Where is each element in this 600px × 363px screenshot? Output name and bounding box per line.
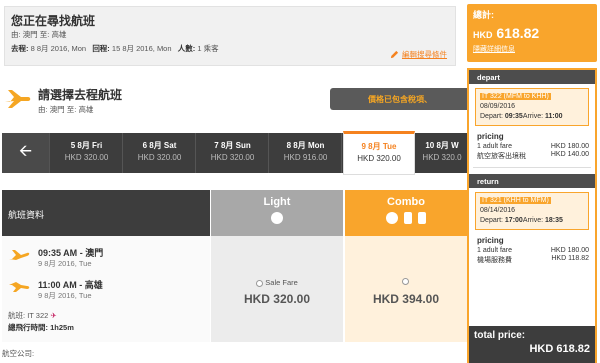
edit-search-link[interactable]: 編輯搜尋條件	[390, 49, 447, 60]
grand-total: total price: HKD 618.82	[469, 326, 595, 363]
booking-summary-panel: 總計: HKD 618.82 隱藏詳細信息 depart IT 322 (MFM…	[467, 4, 597, 363]
prev-dates-button[interactable]: 🡨	[2, 133, 50, 173]
toggle-details-link[interactable]: 隱藏詳細信息	[473, 44, 591, 54]
plane-icon	[5, 90, 31, 108]
divider	[473, 167, 591, 168]
flight-number: 航班: IT 322 ✈	[8, 311, 57, 320]
baggage-icon	[271, 212, 283, 224]
return-flight-box: IT 321 (KHH to MFM) 08/14/2016 Depart: 1…	[475, 192, 589, 230]
date-tab[interactable]: 7 8月 Sun HKD 320.00	[197, 133, 269, 173]
date-tab[interactable]: 5 8月 Fri HKD 320.00	[51, 133, 123, 173]
meal-icon	[418, 212, 426, 224]
baggage-icon	[386, 212, 398, 224]
date-tab[interactable]: 8 8月 Mon HKD 916.00	[270, 133, 342, 173]
return-section-header: return	[469, 174, 595, 188]
pencil-icon	[390, 50, 399, 59]
landing-icon	[9, 282, 30, 292]
price-note: 價格已包含稅項、	[330, 88, 470, 110]
date-tab[interactable]: 6 8月 Sat HKD 320.00	[124, 133, 196, 173]
booking-page: 您正在尋找航班 由: 澳門 至: 高雄 去程: 8 8月 2016, Mon 回…	[0, 0, 600, 363]
combo-fare-column: Combo HKD 394.00	[345, 190, 467, 342]
return-fare-row: 1 adult fare HKD 180.00	[477, 247, 589, 254]
combo-fare-radio[interactable]	[402, 278, 409, 285]
itinerary-details: depart IT 322 (MFM to KHH) 08/09/2016 De…	[467, 68, 597, 363]
depart-section-header: depart	[469, 70, 595, 84]
return-tax-row: 機場服務費 HKD 118.82	[477, 255, 589, 264]
airline-logo-icon: ✈	[50, 311, 57, 320]
combo-fare-price: HKD 394.00	[372, 292, 440, 306]
summary-dates: 去程: 8 8月 2016, Mon 回程: 15 8月 2016, Mon 人…	[11, 44, 219, 53]
seat-icon	[404, 212, 412, 224]
light-fare-option[interactable]: Sale Fare	[211, 278, 343, 287]
takeoff-icon	[9, 250, 30, 260]
date-selector: 🡨 5 8月 Fri HKD 320.00 6 8月 Sat HKD 320.00 …	[2, 131, 468, 175]
date-tab-selected[interactable]: 9 8月 Tue HKD 320.00	[343, 131, 415, 175]
light-fare-radio[interactable]	[256, 279, 264, 287]
light-fare-header: Light	[211, 190, 343, 236]
depart-flight-box: IT 322 (MFM to KHH) 08/09/2016 Depart: 0…	[475, 88, 589, 126]
date-tab[interactable]: 10 8月 W HKD 320.0	[416, 133, 468, 173]
depart-tax-row: 航空旅客出境稅 HKD 140.00	[477, 151, 589, 160]
depart-fare-row: 1 adult fare HKD 180.00	[477, 143, 589, 150]
flight-duration: 總飛行時間: 1h25m	[8, 323, 74, 332]
choose-route: 由: 澳門 至: 高雄	[38, 105, 94, 114]
total-box: 總計: HKD 618.82 隱藏詳細信息	[467, 4, 597, 62]
summary-route: 由: 澳門 至: 高雄	[11, 30, 67, 39]
combo-fare-header: Combo	[345, 190, 467, 236]
choose-heading: 請選擇去程航班	[38, 88, 123, 102]
search-summary: 您正在尋找航班 由: 澳門 至: 高雄 去程: 8 8月 2016, Mon 回…	[4, 6, 456, 66]
light-fare-price: HKD 320.00	[243, 292, 311, 306]
summary-title: 您正在尋找航班	[11, 14, 96, 28]
arrow-left-icon: 🡨	[19, 142, 32, 160]
light-fare-column: Light Sale Fare HKD 320.00	[211, 190, 343, 342]
flight-details: 09:35 AM - 澳門 9 8月 2016, Tue 11:00 AM - …	[2, 236, 210, 342]
airline-label: 航空公司:	[2, 349, 35, 358]
choose-departure: 請選擇去程航班 由: 澳門 至: 高雄	[4, 84, 304, 118]
flight-info-header: 航班資料	[2, 190, 210, 236]
